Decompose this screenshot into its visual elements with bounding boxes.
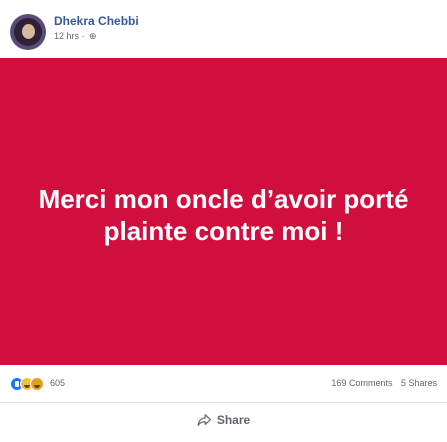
- share-button[interactable]: Share: [197, 413, 250, 427]
- avatar-face: [22, 24, 35, 39]
- share-label: Share: [216, 413, 251, 427]
- avatar[interactable]: [10, 14, 46, 50]
- post-actions: Share: [0, 403, 447, 442]
- post-header: Dhekra Chebbi 12 hrs · ⊕: [0, 0, 447, 58]
- post-stats: 605 169 Comments 5 Shares: [0, 365, 447, 403]
- globe-icon: ⊕: [89, 31, 97, 41]
- post-meta: 12 hrs · ⊕: [54, 31, 97, 42]
- haha-icon: [30, 377, 44, 391]
- engagement-counts: 169 Comments 5 Shares: [325, 378, 437, 388]
- reaction-count[interactable]: 605: [50, 378, 65, 388]
- comments-count[interactable]: 169 Comments: [331, 378, 392, 388]
- share-arrow-icon: [197, 414, 211, 426]
- post-time[interactable]: 12 hrs: [54, 31, 79, 41]
- shares-count[interactable]: 5 Shares: [401, 378, 437, 388]
- post-text: Merci mon oncle d’avoir porté plainte co…: [38, 184, 409, 246]
- post-text-card: Merci mon oncle d’avoir porté plainte co…: [0, 58, 447, 365]
- author-name[interactable]: Dhekra Chebbi: [54, 14, 139, 28]
- meta-separator: ·: [81, 31, 85, 41]
